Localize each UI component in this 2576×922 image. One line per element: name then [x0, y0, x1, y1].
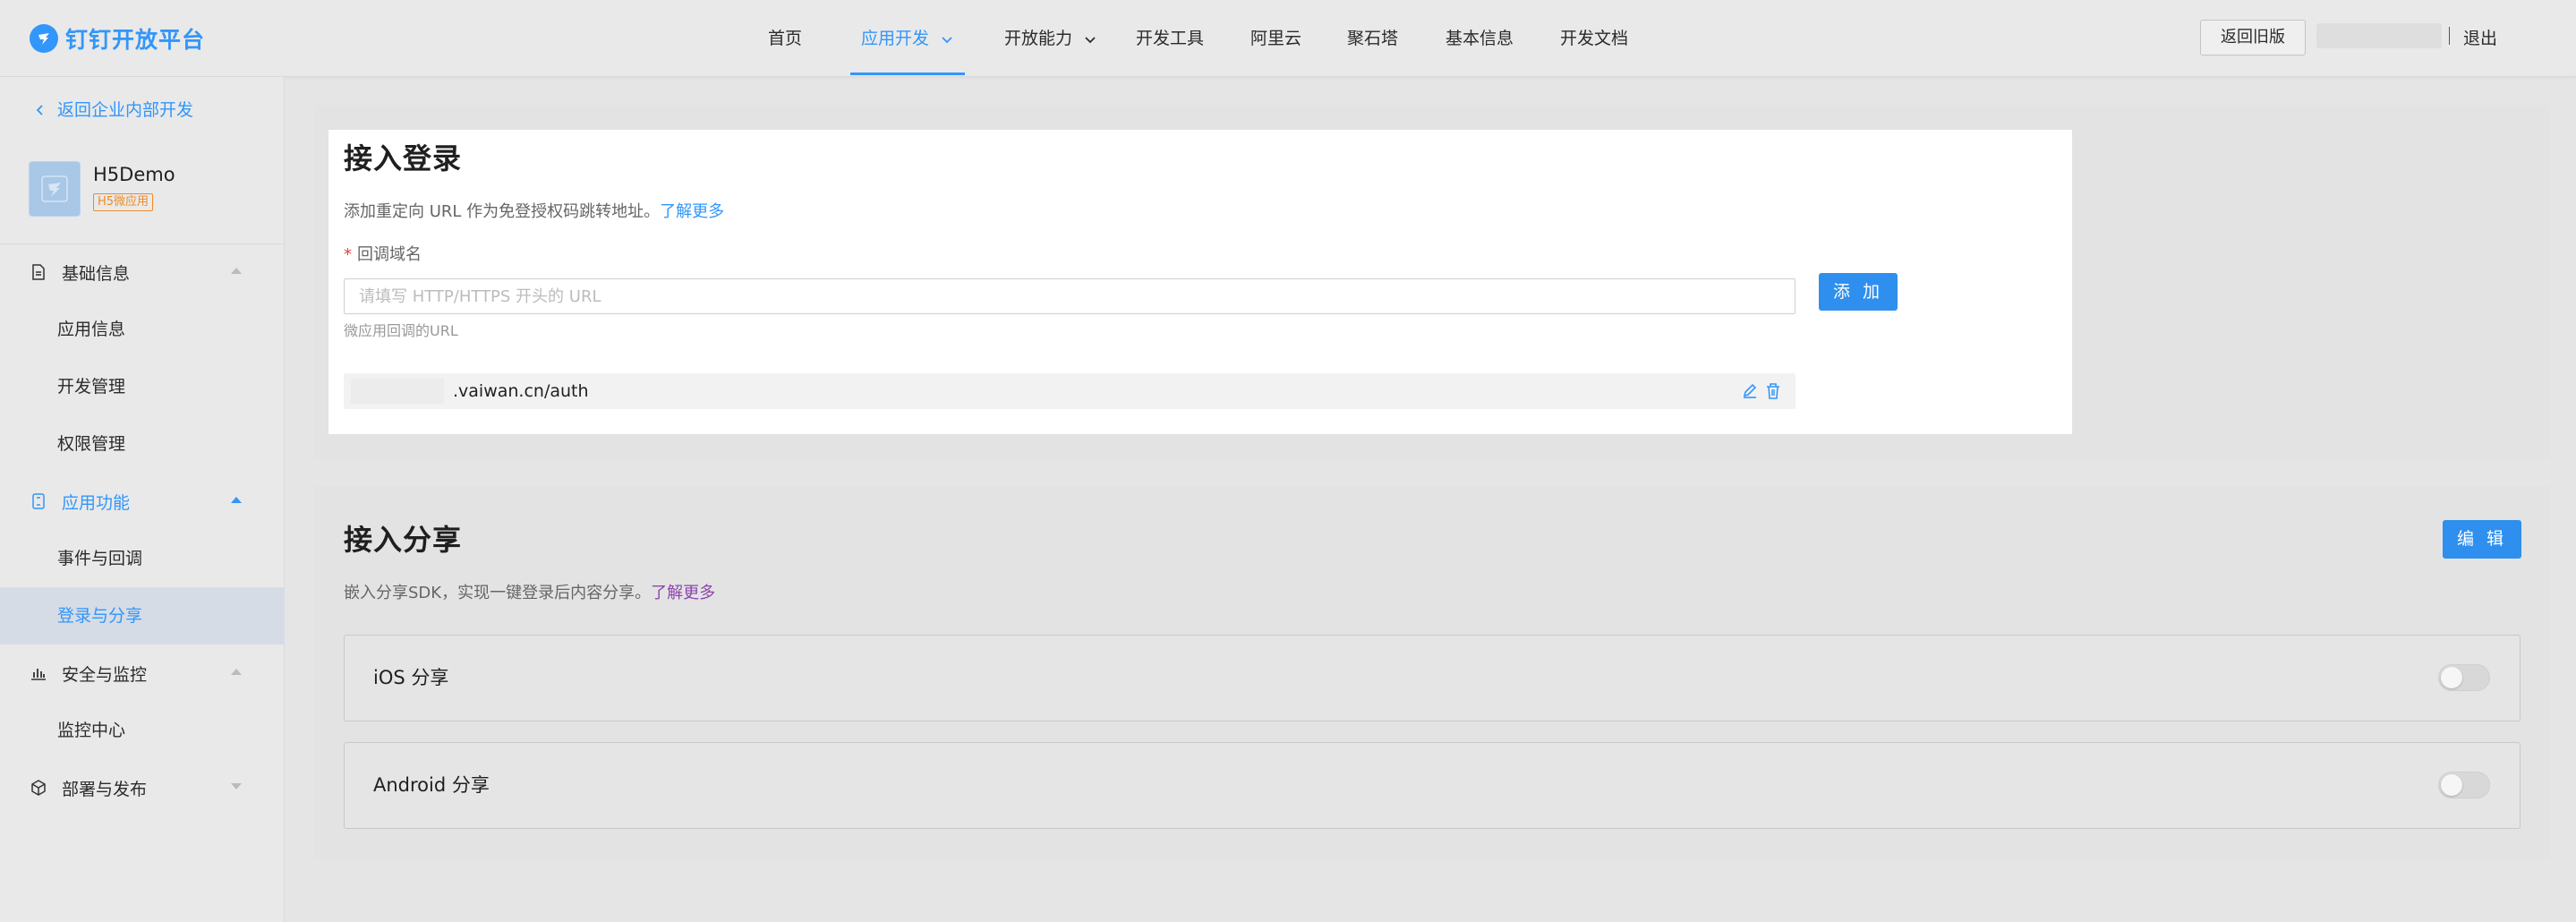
- sidebar-section-deploy[interactable]: 部署与发布: [0, 759, 285, 816]
- nav-item-open-capability[interactable]: 开放能力: [1004, 0, 1097, 77]
- nav-item-app-dev[interactable]: 应用开发: [850, 0, 966, 75]
- ios-share-label: iOS 分享: [373, 667, 449, 688]
- share-learn-more-link[interactable]: 了解更多: [651, 584, 715, 602]
- user-account[interactable]: [2316, 23, 2442, 48]
- return-old-version-button[interactable]: 返回旧版: [2200, 20, 2306, 55]
- dingtalk-logo-icon: [30, 24, 58, 53]
- sidebar-section-app-features[interactable]: 应用功能: [0, 473, 285, 530]
- share-panel-title: 接入分享: [344, 523, 463, 557]
- sidebar-section-label: 安全与监控: [62, 664, 148, 685]
- divider: [2449, 27, 2450, 45]
- caret-up-icon: [231, 497, 242, 503]
- callback-domain-label: * 回调域名: [344, 242, 422, 265]
- nav-item-jushita[interactable]: 聚石塔: [1347, 0, 1398, 77]
- caret-down-icon: [231, 783, 242, 790]
- sidebar-item-events-callback[interactable]: 事件与回调: [0, 530, 285, 587]
- nav-item-label: 应用开发: [861, 29, 930, 48]
- caret-up-icon: [231, 669, 242, 675]
- sidebar: 返回企业内部开发 H5Demo H5微应用 基础信息 应用信息 开发管理 权限管…: [0, 77, 285, 922]
- ios-share-row: iOS 分享: [344, 635, 2521, 721]
- callback-url-text: .vaiwan.cn/auth: [453, 381, 589, 401]
- app-type-badge: H5微应用: [93, 193, 154, 211]
- toggle-knob: [2441, 774, 2462, 796]
- login-panel-description: 添加重定向 URL 作为免登授权码跳转地址。了解更多: [344, 199, 724, 222]
- login-panel-title: 接入登录: [344, 141, 463, 175]
- nav-item-basic-info[interactable]: 基本信息: [1446, 0, 1514, 77]
- edit-icon[interactable]: [1740, 381, 1760, 401]
- delete-icon[interactable]: [1763, 381, 1783, 401]
- sidebar-section-label: 部署与发布: [62, 779, 148, 799]
- toggle-knob: [2441, 667, 2462, 688]
- logout-link[interactable]: 退出: [2463, 23, 2497, 54]
- sidebar-item-app-info[interactable]: 应用信息: [0, 301, 285, 358]
- bar-chart-icon: [31, 669, 46, 680]
- edit-button[interactable]: 编 辑: [2443, 520, 2521, 559]
- share-panel-description: 嵌入分享SDK，实现一键登录后内容分享。了解更多: [344, 580, 715, 603]
- ios-share-toggle[interactable]: [2438, 664, 2490, 691]
- callback-url-hint: 微应用回调的URL: [344, 322, 458, 339]
- top-nav-bar: 钉钉开放平台 首页 应用开发 开放能力 开发工具 阿里云 聚石塔 基本信息 开发…: [0, 0, 2576, 77]
- required-asterisk: *: [344, 245, 352, 264]
- sidebar-item-permissions[interactable]: 权限管理: [0, 415, 285, 473]
- app-icon: [29, 161, 81, 217]
- phone-icon: [32, 493, 45, 509]
- callback-domain-label-text: 回调域名: [357, 245, 422, 264]
- sidebar-section-label: 应用功能: [62, 492, 131, 513]
- login-learn-more-link[interactable]: 了解更多: [660, 202, 724, 221]
- sidebar-item-login-share[interactable]: 登录与分享: [0, 587, 285, 645]
- app-name: H5Demo: [93, 164, 175, 185]
- chevron-down-icon: [1085, 36, 1096, 43]
- logo[interactable]: 钉钉开放平台: [30, 21, 205, 55]
- login-panel-desc-text: 添加重定向 URL 作为免登授权码跳转地址。: [344, 202, 661, 221]
- sidebar-section-label: 基础信息: [62, 263, 131, 284]
- nav-item-label: 开放能力: [1004, 29, 1073, 48]
- back-link[interactable]: 返回企业内部开发: [34, 95, 193, 125]
- android-share-row: Android 分享: [344, 742, 2521, 829]
- android-share-label: Android 分享: [373, 774, 490, 796]
- share-panel-desc-text: 嵌入分享SDK，实现一键登录后内容分享。: [344, 584, 652, 602]
- app-card: H5Demo H5微应用: [29, 161, 175, 217]
- sidebar-item-dev-manage[interactable]: 开发管理: [0, 358, 285, 415]
- android-share-toggle[interactable]: [2438, 772, 2490, 798]
- back-link-label: 返回企业内部开发: [57, 100, 194, 120]
- nav-item-home[interactable]: 首页: [768, 0, 802, 77]
- nav-item-aliyun[interactable]: 阿里云: [1250, 0, 1301, 77]
- chevron-left-icon: [36, 105, 43, 115]
- caret-up-icon: [231, 268, 242, 274]
- redacted-domain: [351, 379, 444, 404]
- callback-url-input[interactable]: [344, 278, 1796, 314]
- sidebar-section-basic-info[interactable]: 基础信息: [0, 243, 285, 301]
- chevron-down-icon: [942, 36, 952, 43]
- document-icon: [32, 264, 45, 280]
- nav-item-dev-docs[interactable]: 开发文档: [1560, 0, 1628, 77]
- sidebar-item-monitor-center[interactable]: 监控中心: [0, 702, 285, 759]
- nav-item-dev-tools[interactable]: 开发工具: [1136, 0, 1204, 77]
- box-icon: [31, 780, 46, 796]
- add-button[interactable]: 添 加: [1819, 273, 1898, 311]
- sidebar-section-security[interactable]: 安全与监控: [0, 645, 285, 702]
- app-logo-icon: [41, 175, 68, 202]
- logo-text: 钉钉开放平台: [65, 27, 206, 53]
- callback-url-entry: .vaiwan.cn/auth: [344, 373, 1796, 409]
